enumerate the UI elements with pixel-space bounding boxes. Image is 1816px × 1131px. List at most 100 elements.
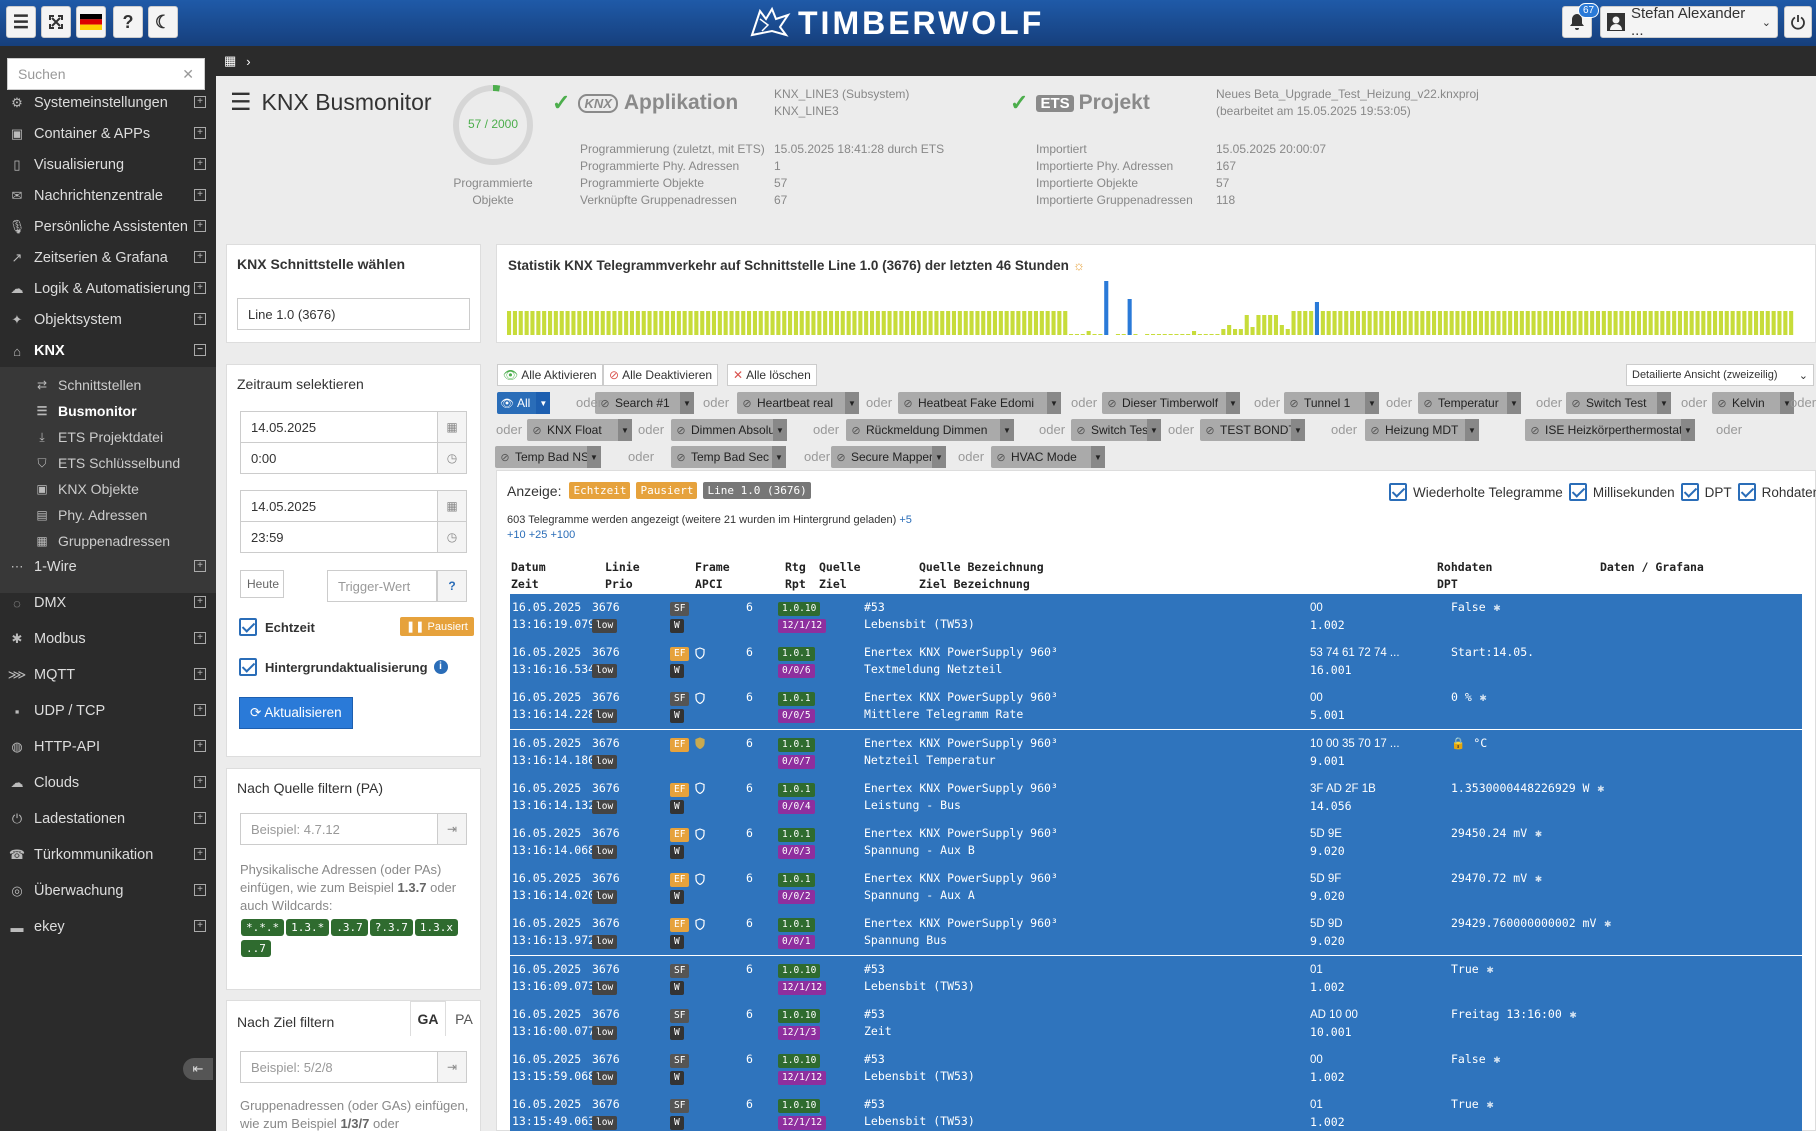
more-link-10[interactable]: +10 [507,529,526,541]
header-rtg[interactable]: Rtg Rpt [785,559,806,593]
expand-icon[interactable]: + [194,776,206,788]
view-select[interactable]: Detailierte Ansicht (zweizeilig) ⌄ [1626,364,1814,386]
header-date[interactable]: Datum Zeit [511,559,546,593]
table-row[interactable]: 16.05.2025 13:16:14.180 3676 low EF 6 1.0.… [510,729,1802,775]
sign-in-icon[interactable]: ⇥ [437,1051,467,1083]
menu-icon[interactable]: ☰ [6,6,36,38]
header-frame[interactable]: Frame APCI [695,559,730,593]
background-refresh-checkbox[interactable]: Hintergrundaktualisierung i [239,658,448,676]
expand-icon[interactable]: + [194,668,206,680]
more-link-25[interactable]: +25 [529,529,548,541]
caret-down-icon[interactable]: ▼ [1147,419,1161,441]
cog-icon[interactable]: ✱ [1487,1097,1494,1111]
more-link-5[interactable]: +5 [899,514,912,526]
table-row[interactable]: 16.05.2025 13:16:14.228 3676 low SF W 6 1.0… [510,684,1802,730]
sidebar-item2-2[interactable]: ✱ Modbus + [0,622,216,656]
filter-tag[interactable]: ⊘ ISE Heizkörperthermostat ▼ [1525,419,1695,441]
filter-tag[interactable]: ⊘ Heartbeat real ▼ [737,392,859,414]
clock-icon[interactable]: ◷ [437,442,467,474]
wildcard-tag[interactable]: .3.7 [331,919,368,936]
header-name[interactable]: Quelle Bezeichnung Ziel Bezeichnung [919,559,1044,593]
expand-icon[interactable]: + [194,560,206,572]
filter-tag[interactable]: ⊘ HVAC Mode ▼ [991,446,1105,468]
table-row[interactable]: 16.05.2025 13:16:14.132 3676 low EF W 6 1.0… [510,774,1802,820]
expand-icon[interactable]: + [194,812,206,824]
expand-icon[interactable]: + [194,704,206,716]
cog-icon[interactable]: ✱ [1570,1007,1577,1021]
deactivate-all-button[interactable]: ⊘ Alle Deaktivieren [603,364,719,386]
caret-down-icon[interactable]: ▼ [1291,419,1305,441]
cog-icon[interactable]: ✱ [1494,600,1501,614]
delete-all-button[interactable]: ✕ Alle löschen [727,364,817,386]
expand-icon[interactable]: + [194,848,206,860]
caret-down-icon[interactable]: ▼ [1681,419,1695,441]
dpt-checkbox[interactable] [1680,483,1699,501]
table-row[interactable]: 16.05.2025 13:16:13.972 3676 low EF W 6 1.0… [510,910,1802,956]
interface-select[interactable]: Line 1.0 (3676) [237,298,470,330]
expand-icon[interactable]: + [194,127,206,139]
wildcard-tag[interactable]: *.*.* [241,919,285,936]
sidebar-item-2[interactable]: ▯ Visualisierung + [0,148,216,182]
repeat-checkbox[interactable] [1389,483,1407,501]
sidebar-item-4[interactable]: 🎙 Persönliche Assistenten + [0,210,216,244]
caret-down-icon[interactable]: ▼ [587,446,601,468]
caret-down-icon[interactable]: ▼ [1657,392,1671,414]
trigger-value-input[interactable]: Trigger-Wert [327,570,437,602]
expand-icon[interactable]: + [194,158,206,170]
filter-tag[interactable]: ⊘ Dieser Timberwolf ▼ [1102,392,1240,414]
expand-icon[interactable]: + [194,884,206,896]
sidebar-sub-0[interactable]: ⇄ Schnittstellen [0,372,216,398]
sidebar-item2-8[interactable]: ☎ Türkommunikation + [0,838,216,872]
checkbox-checked-icon[interactable] [239,618,257,636]
fullscreen-icon[interactable] [41,6,71,38]
sidebar-item2-1[interactable]: ◌ DMX + [0,586,216,620]
moon-icon[interactable]: ☾ [148,6,178,38]
cog-icon[interactable]: ✱ [1494,1052,1501,1066]
filter-tag[interactable]: ⊘ Switch Test ▼ [1566,392,1671,414]
more-link-100[interactable]: +100 [550,529,575,541]
sidebar-sub-4[interactable]: ▣ KNX Objekte [0,476,216,502]
collapse-sidebar-icon[interactable]: ⇤ [183,1058,213,1080]
expand-icon[interactable]: + [194,189,206,201]
collapse-icon[interactable]: − [194,344,206,356]
target-filter-input[interactable]: Beispiel: 5/2/8 [240,1051,438,1083]
sidebar-item-6[interactable]: ☁ Logik & Automatisierung + [0,272,216,306]
expand-icon[interactable]: + [194,220,206,232]
menu-lines-icon[interactable]: ☰ [230,88,252,117]
table-row[interactable]: 16.05.2025 13:16:19.079 3676 low SF W 6 1.0… [510,594,1802,639]
sidebar-item-0[interactable]: ⚙ Systemeinstellungen + [0,86,216,120]
sidebar-item2-6[interactable]: ☁ Clouds + [0,766,216,800]
caret-down-icon[interactable]: ▼ [1507,392,1521,414]
to-date-input[interactable]: 14.05.2025 [240,490,438,522]
checkbox-checked-icon[interactable] [239,658,257,676]
power-icon[interactable] [1784,6,1812,38]
sidebar-sub-5[interactable]: ▤ Phy. Adressen [0,502,216,528]
table-row[interactable]: 16.05.2025 13:16:16.534 3676 low EF W 6 1.0… [510,639,1802,685]
sidebar-item-3[interactable]: ✉ Nachrichtenzentrale + [0,179,216,213]
sidebar-item-1[interactable]: ▣ Container & APPs + [0,117,216,151]
expand-icon[interactable]: + [194,96,206,108]
filter-tag[interactable]: ⊘ Temp Bad Sec ▼ [671,446,786,468]
help-icon[interactable]: ? [437,570,467,602]
expand-icon[interactable]: + [194,920,206,932]
filter-tag[interactable]: ⊘ Kelvin ▼ [1712,392,1794,414]
filter-tag[interactable]: ⊘ Secure Mapper ▼ [831,446,946,468]
filter-tag[interactable]: ⊘ Heizung MDT ▼ [1365,419,1479,441]
sidebar-sub-1[interactable]: ☰ Busmonitor [0,398,216,424]
sign-in-icon[interactable]: ⇥ [437,813,467,845]
clock-icon[interactable]: ◷ [437,521,467,553]
wildcard-tag[interactable]: 1.3.x [414,919,458,936]
filter-tag[interactable]: ⊘ Switch Test ▼ [1071,419,1161,441]
sidebar-sub-2[interactable]: ⤓ ETS Projektdatei [0,424,216,450]
to-time-input[interactable]: 23:59 [240,521,438,553]
filter-tag[interactable]: ⊘ Temperatur ▼ [1418,392,1521,414]
expand-icon[interactable]: + [194,282,206,294]
caret-down-icon[interactable]: ▼ [773,419,787,441]
caret-down-icon[interactable]: ▼ [1047,392,1061,414]
caret-down-icon[interactable]: ▼ [932,446,946,468]
from-date-input[interactable]: 14.05.2025 [240,411,438,443]
expand-icon[interactable]: + [194,313,206,325]
activate-all-button[interactable]: 👁 Alle Aktivieren [497,364,603,386]
caret-down-icon[interactable]: ▼ [1465,419,1479,441]
sidebar-sub-3[interactable]: ⛉ ETS Schlüsselbund [0,450,216,476]
